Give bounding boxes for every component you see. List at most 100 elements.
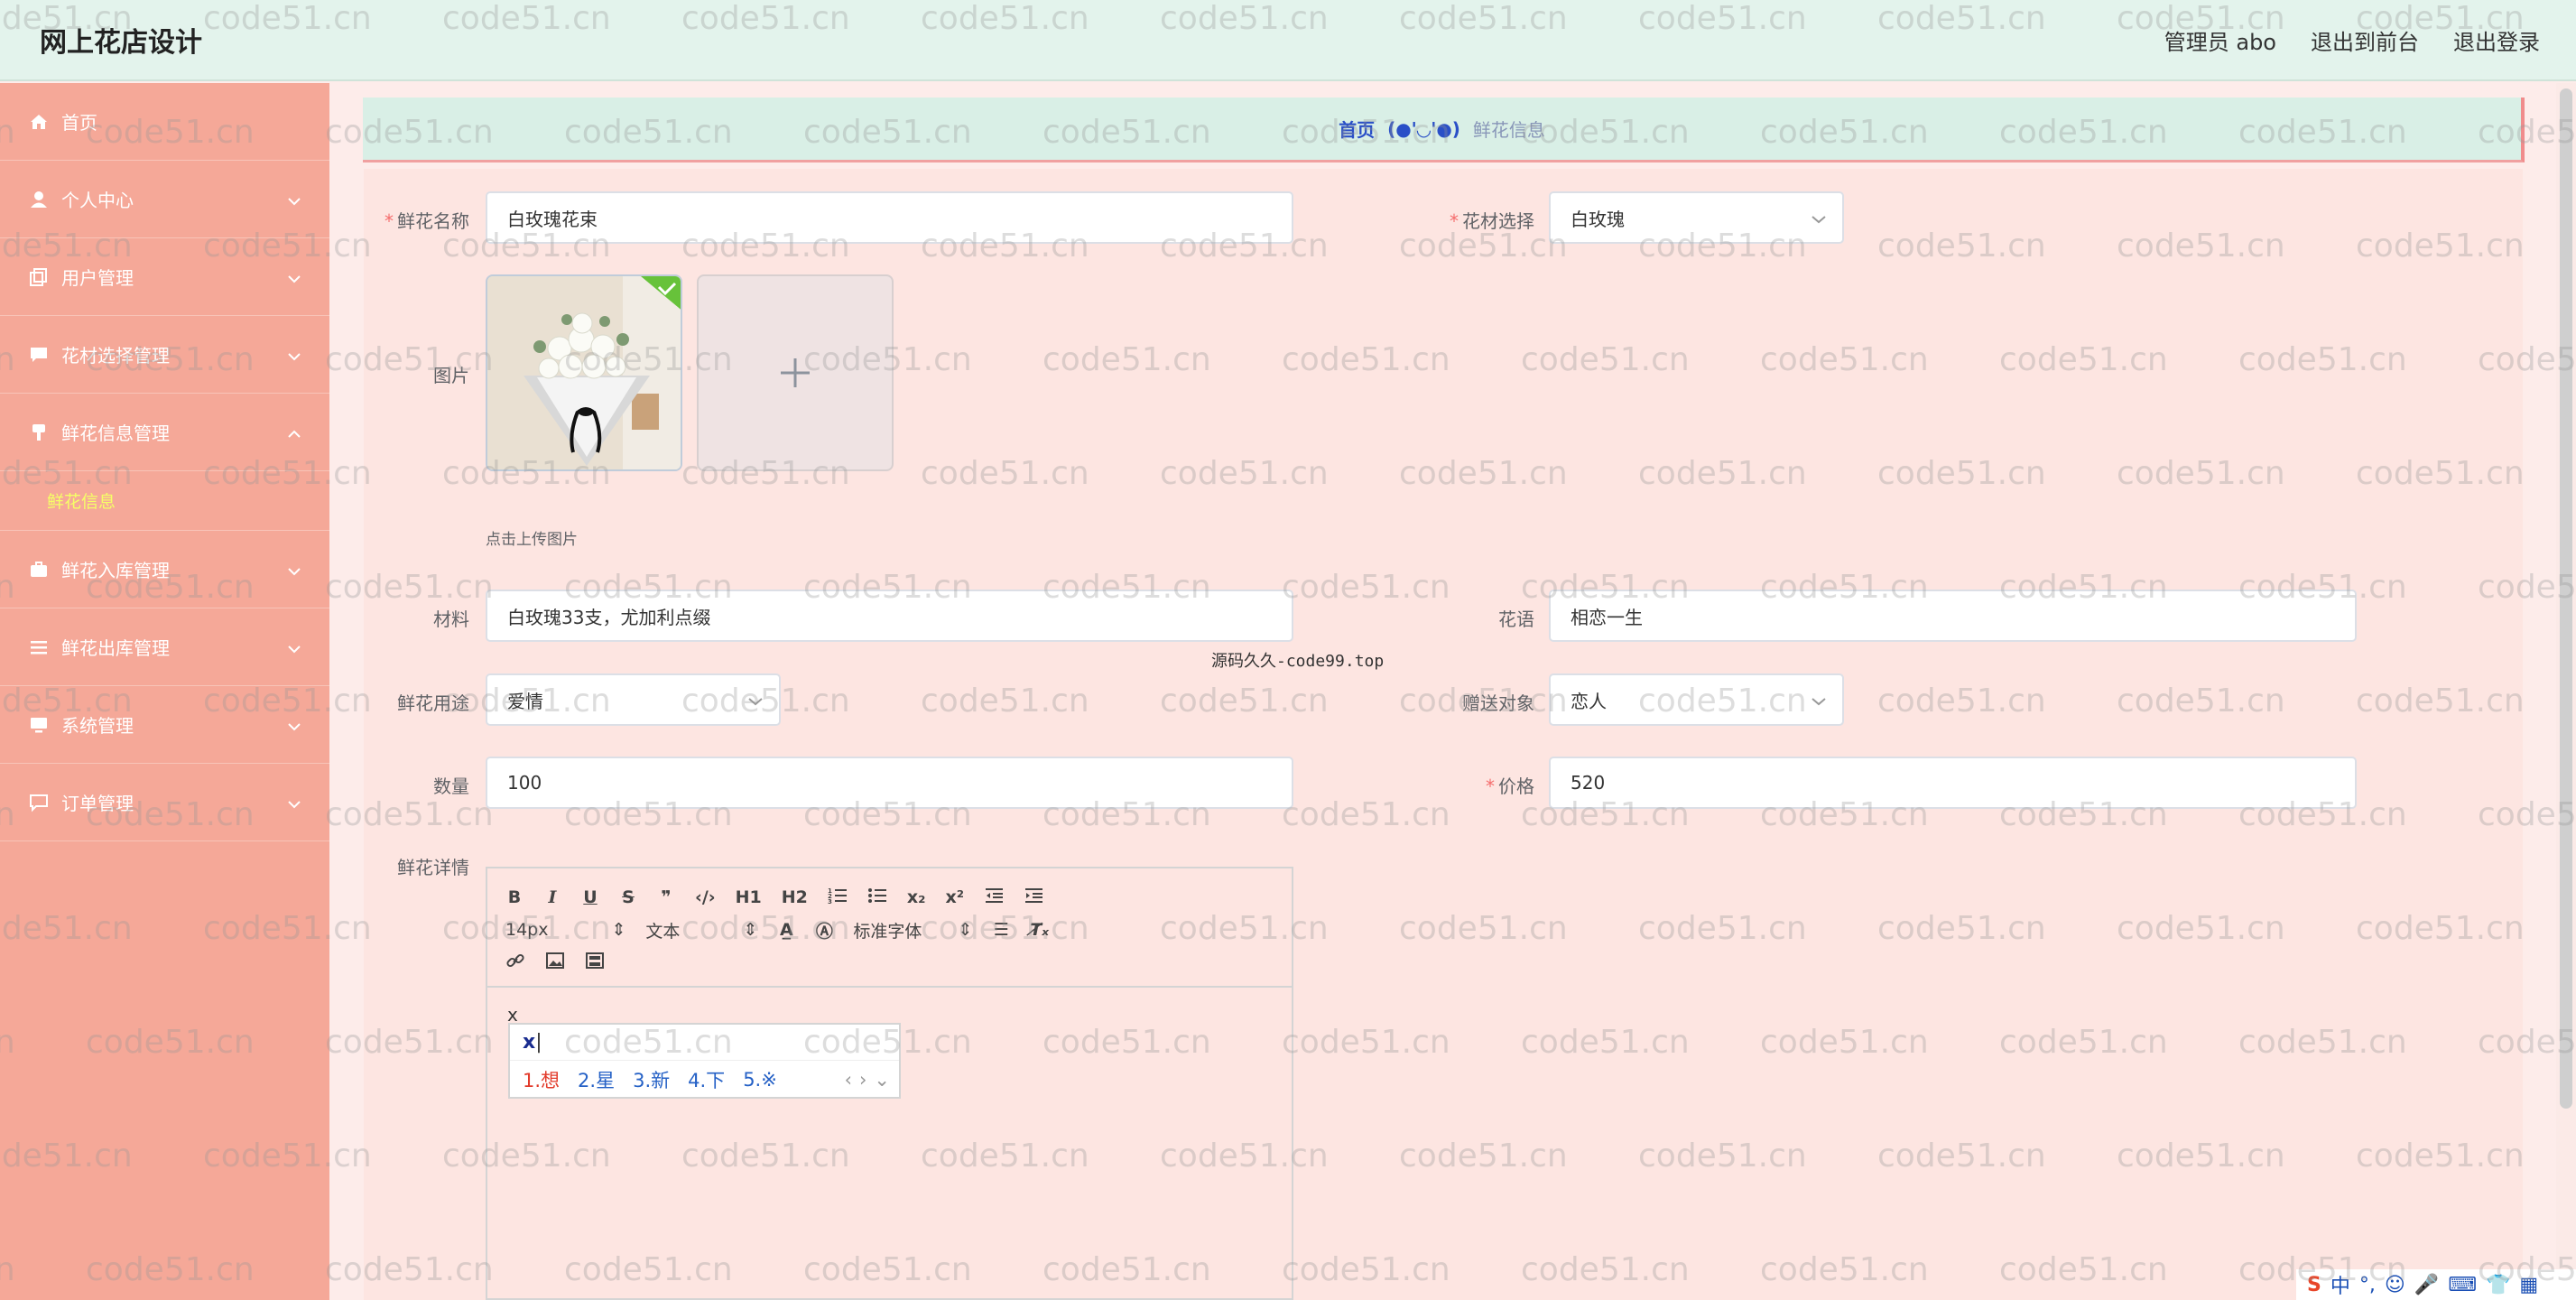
font-family-select[interactable]: 标准字体 ⇕ [853, 918, 972, 942]
video-icon[interactable] [585, 952, 605, 974]
strike-button[interactable]: S [619, 887, 637, 907]
microphone-icon[interactable]: 🎤 [2414, 1274, 2439, 1296]
chevron-right-icon[interactable]: › [859, 1069, 866, 1091]
image-icon[interactable] [545, 952, 565, 974]
chevron-left-icon[interactable]: ‹ [845, 1069, 852, 1091]
breadcrumb-home[interactable]: 首页 [1339, 116, 1375, 142]
bold-button[interactable]: B [505, 887, 524, 907]
subscript-button[interactable]: x₂ [907, 887, 926, 907]
exit-to-front-link[interactable]: 退出到前台 [2311, 24, 2419, 56]
updown-icon: ⇕ [743, 920, 758, 940]
toolbox-icon[interactable]: ▦ [2519, 1274, 2538, 1296]
ime-tray: S 中 °, ☺ 🎤 ⌨ 👕 ▦ [2296, 1269, 2576, 1300]
sidebar-item-stock-out[interactable]: 鲜花出库管理 [0, 608, 329, 686]
top-header: 网上花店设计 管理员 abo 退出到前台 退出登录 [0, 0, 2576, 81]
brush-icon [27, 421, 51, 444]
ime-language-toggle[interactable]: 中 [2330, 1270, 2350, 1299]
ime-candidate[interactable]: 4.下 [688, 1066, 725, 1093]
h2-button[interactable]: H2 [782, 887, 808, 907]
sidebar-item-system[interactable]: 系统管理 [0, 686, 329, 764]
recipient-select[interactable]: 恋人 [1549, 673, 1844, 726]
sidebar-item-personal[interactable]: 个人中心 [0, 161, 329, 238]
bullet-list-icon[interactable] [867, 887, 887, 909]
recipient-label: 赠送对象 [1462, 692, 1534, 714]
breadcrumb-current: 鲜花信息 [1472, 119, 1545, 141]
flower-image-thumbnail[interactable] [486, 274, 682, 471]
chevron-down-icon [1812, 689, 1826, 710]
skin-icon[interactable]: 👕 [2486, 1274, 2510, 1296]
chevron-down-icon[interactable]: ⌄ [874, 1069, 890, 1091]
chevron-down-icon [288, 266, 301, 288]
quantity-input[interactable]: 100 [486, 757, 1293, 809]
material-input[interactable]: 白玫瑰33支，尤加利点缀 [486, 590, 1293, 642]
keyboard-icon[interactable]: ⌨ [2448, 1274, 2477, 1296]
image-upload-button[interactable] [697, 274, 894, 471]
svg-text:3: 3 [828, 898, 832, 905]
recipient-select-value: 恋人 [1571, 690, 1607, 712]
punctuation-icon[interactable]: °, [2359, 1274, 2376, 1296]
sidebar-item-home[interactable]: 首页 [0, 83, 329, 161]
align-icon[interactable]: ☰ [992, 920, 1010, 940]
font-size-select[interactable]: 14px ⇕ [505, 920, 625, 940]
sidebar-item-orders[interactable]: 订单管理 [0, 764, 329, 841]
sidebar-item-flower-info[interactable]: 鲜花信息管理 [0, 394, 329, 471]
chevron-down-icon [748, 689, 763, 710]
font-color-icon[interactable]: A̲ [777, 920, 795, 940]
header-actions: 管理员 abo 退出到前台 退出登录 [2164, 24, 2540, 56]
code-button[interactable]: ‹/› [695, 887, 716, 907]
ordered-list-icon[interactable]: 123 [828, 887, 848, 909]
italic-button[interactable]: I [543, 887, 561, 907]
superscript-button[interactable]: x² [945, 887, 964, 907]
chevron-down-icon [288, 189, 301, 210]
logout-link[interactable]: 退出登录 [2453, 24, 2540, 56]
indent-icon[interactable] [1024, 887, 1043, 909]
usage-select[interactable]: 爱情 [486, 673, 781, 726]
sidebar-item-material[interactable]: 花材选择管理 [0, 316, 329, 394]
ime-candidate[interactable]: 2.星 [578, 1066, 615, 1093]
flower-language-input[interactable]: 相恋一生 [1549, 590, 2357, 642]
ime-page-nav[interactable]: ‹ › ⌄ [845, 1069, 890, 1091]
chevron-down-icon [288, 636, 301, 658]
background-color-icon[interactable]: Ⓐ [815, 918, 833, 942]
updown-icon: ⇕ [611, 920, 626, 940]
flower-name-input[interactable]: 白玫瑰花束 [486, 191, 1293, 244]
quote-button[interactable]: ❞ [657, 887, 675, 907]
material-select-value: 白玫瑰 [1571, 208, 1625, 230]
chevron-up-icon [288, 422, 301, 443]
sidebar-item-label: 鲜花信息管理 [61, 422, 170, 444]
usage-label: 鲜花用途 [397, 692, 469, 714]
monitor-icon [27, 713, 51, 737]
usage-select-value: 爱情 [507, 690, 543, 712]
clear-format-icon[interactable]: T̸ₓ [1030, 920, 1049, 940]
chevron-down-icon [288, 792, 301, 813]
material-select[interactable]: 白玫瑰 [1549, 191, 1844, 244]
page-scrollbar[interactable] [2556, 83, 2576, 1300]
plus-icon [781, 358, 810, 387]
sidebar-subitem-flower-info[interactable]: 鲜花信息 [0, 471, 329, 531]
image-label: 图片 [433, 365, 469, 386]
sidebar-item-label: 鲜花入库管理 [61, 560, 170, 581]
bouquet-image [487, 276, 681, 469]
sidebar-item-stock-in[interactable]: 鲜花入库管理 [0, 531, 329, 608]
font-family-value: 标准字体 [853, 921, 922, 942]
sidebar-item-users[interactable]: 用户管理 [0, 238, 329, 316]
flower-language-label: 花语 [1498, 608, 1534, 630]
user-icon [27, 188, 51, 211]
price-input[interactable]: 520 [1549, 757, 2357, 809]
sogou-logo-icon[interactable]: S [2307, 1274, 2321, 1296]
underline-button[interactable]: U [581, 887, 599, 907]
paragraph-select[interactable]: 文本 ⇕ [645, 918, 757, 942]
outdent-icon[interactable] [984, 887, 1004, 909]
sidebar-item-label: 系统管理 [61, 715, 134, 737]
quantity-label: 数量 [433, 775, 469, 797]
h1-button[interactable]: H1 [736, 887, 762, 907]
chat-icon [27, 343, 51, 367]
link-icon[interactable] [505, 951, 525, 975]
price-label: * 价格 [1486, 775, 1534, 797]
emoji-icon[interactable]: ☺ [2385, 1274, 2405, 1296]
ime-candidate[interactable]: 1.想 [523, 1066, 560, 1093]
ime-candidate[interactable]: 5.※ [743, 1069, 777, 1091]
editor-toolbar: B I U S ❞ ‹/› H1 H2 123 x₂ x² 14px ⇕ 文本 ⇕ … [487, 868, 1292, 988]
ime-candidate[interactable]: 3.新 [633, 1066, 670, 1093]
scrollbar-thumb[interactable] [2560, 88, 2572, 1109]
